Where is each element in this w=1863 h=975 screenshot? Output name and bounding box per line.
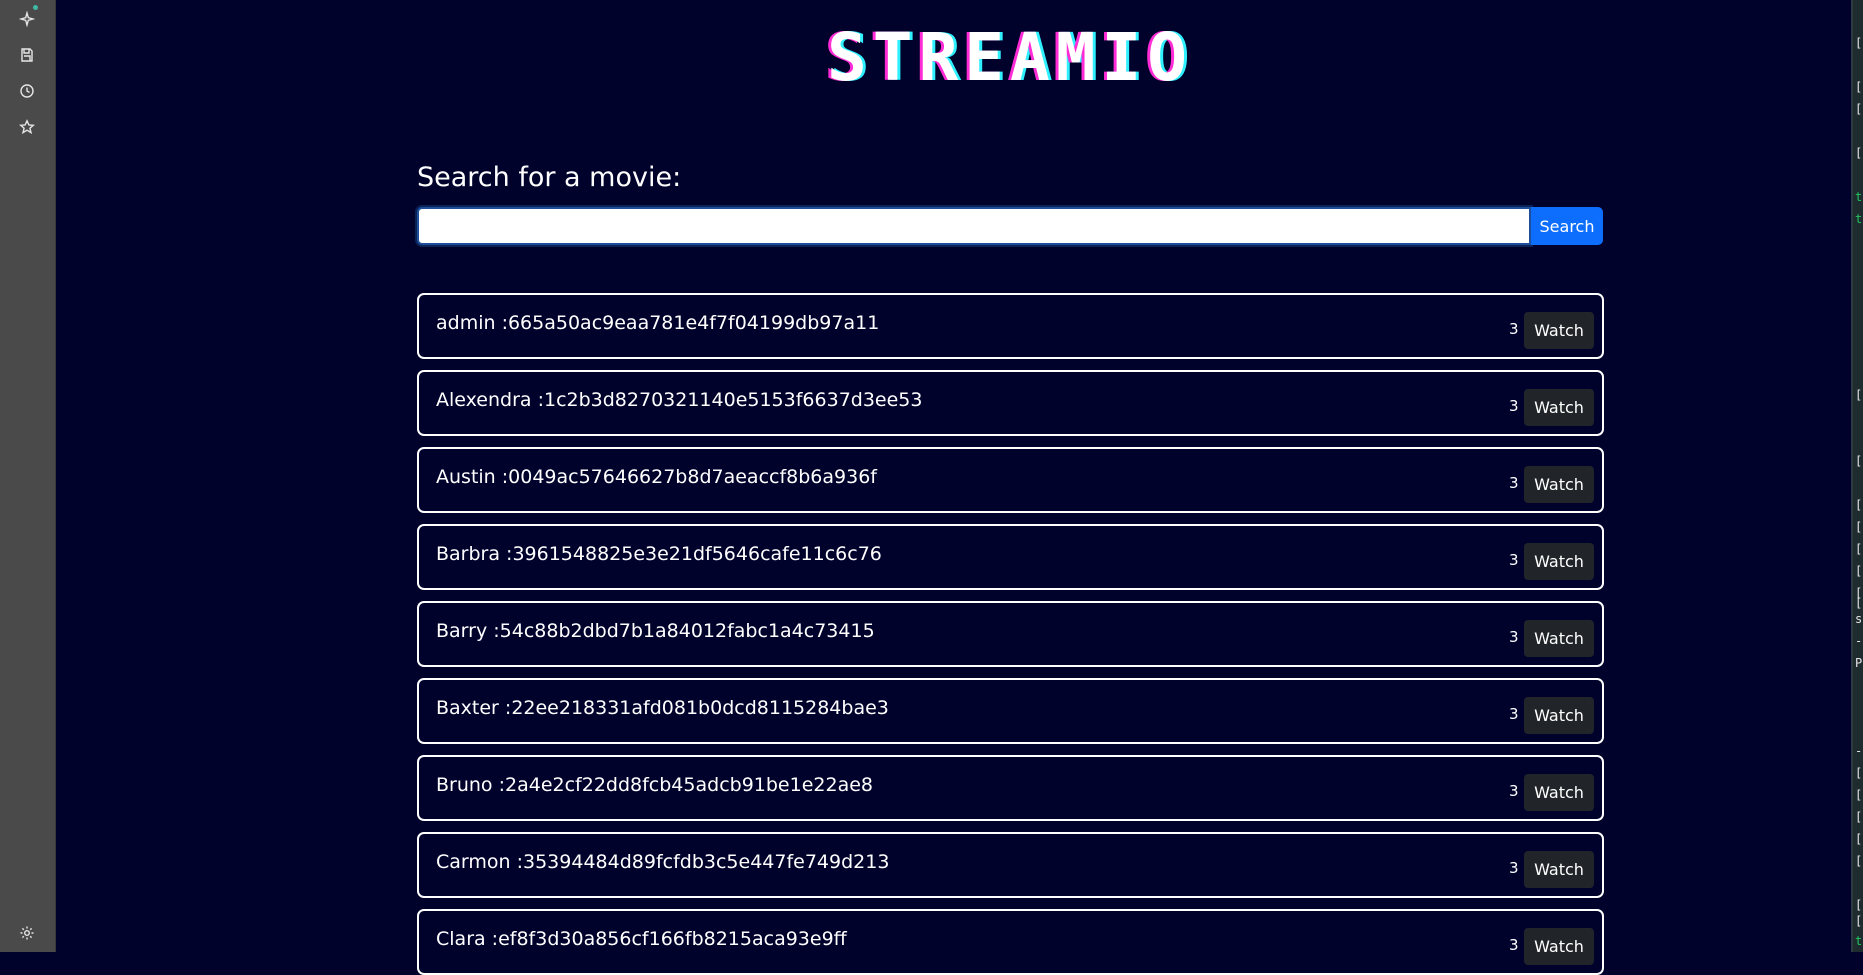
list-item: Barbra :3961548825e3e21df5646cafe11c6c76… — [417, 524, 1604, 590]
watch-button[interactable]: Watch — [1524, 543, 1594, 580]
item-count: 3 — [1509, 628, 1519, 646]
watch-button[interactable]: Watch — [1524, 312, 1594, 349]
item-text: admin :665a50ac9eaa781e4f7f04199db97a11 — [436, 312, 880, 334]
list-item: Bruno :2a4e2cf22dd8fcb45adcb91be1e22ae8 … — [417, 755, 1604, 821]
item-count: 3 — [1509, 320, 1519, 338]
item-text: Barbra :3961548825e3e21df5646cafe11c6c76 — [436, 543, 882, 565]
watch-button[interactable]: Watch — [1524, 774, 1594, 811]
list-item: admin :665a50ac9eaa781e4f7f04199db97a11 … — [417, 293, 1604, 359]
terminal-line: [ — [1855, 596, 1863, 610]
watch-button[interactable]: Watch — [1524, 928, 1594, 965]
left-sidebar — [0, 0, 56, 952]
terminal-line: [ — [1855, 102, 1863, 116]
item-count: 3 — [1509, 782, 1519, 800]
terminal-line: s — [1855, 612, 1863, 626]
terminal-line: [ — [1855, 832, 1863, 846]
settings-icon[interactable] — [17, 923, 37, 943]
terminal-line: [ — [1855, 146, 1863, 160]
list-item: Baxter :22ee218331afd081b0dcd8115284bae3… — [417, 678, 1604, 744]
item-text: Barry :54c88b2dbd7b1a84012fabc1a4c73415 — [436, 620, 875, 642]
terminal-line: [ — [1855, 520, 1863, 534]
list-item: Carmon :35394484d89fcfdb3c5e447fe749d213… — [417, 832, 1604, 898]
star-icon[interactable] — [17, 117, 37, 137]
terminal-line: [ — [1855, 854, 1863, 868]
terminal-line: - — [1855, 634, 1863, 648]
item-count: 3 — [1509, 705, 1519, 723]
terminal-line: t — [1855, 212, 1863, 226]
item-count: 3 — [1509, 397, 1519, 415]
item-text: Bruno :2a4e2cf22dd8fcb45adcb91be1e22ae8 — [436, 774, 873, 796]
terminal-line: P — [1855, 656, 1863, 670]
main-content: STREAMIO Search for a movie: Search admi… — [56, 0, 1851, 975]
item-count: 3 — [1509, 936, 1519, 954]
terminal-line: [ — [1855, 564, 1863, 578]
item-count: 3 — [1509, 474, 1519, 492]
search-button[interactable]: Search — [1531, 207, 1603, 245]
notification-dot — [33, 5, 38, 10]
search-label: Search for a movie: — [417, 162, 682, 193]
list-item: Alexendra :1c2b3d8270321140e5153f6637d3e… — [417, 370, 1604, 436]
terminal-line: [ — [1855, 542, 1863, 556]
item-text: Austin :0049ac57646627b8d7aeaccf8b6a936f — [436, 466, 877, 488]
save-icon[interactable] — [17, 45, 37, 65]
list-item: Austin :0049ac57646627b8d7aeaccf8b6a936f… — [417, 447, 1604, 513]
terminal-line: [ — [1855, 36, 1863, 50]
list-item: Clara :ef8f3d30a856cf166fb8215aca93e9ff … — [417, 909, 1604, 975]
item-text: Clara :ef8f3d30a856cf166fb8215aca93e9ff — [436, 928, 847, 950]
watch-button[interactable]: Watch — [1524, 620, 1594, 657]
terminal-strip: [ [ [ [ t t [ [ [ [ [ [ [ [ s - P - [ [ … — [1851, 0, 1863, 952]
terminal-line: [ — [1855, 388, 1863, 402]
watch-button[interactable]: Watch — [1524, 851, 1594, 888]
history-icon[interactable] — [17, 81, 37, 101]
terminal-line: [ — [1855, 914, 1863, 928]
watch-button[interactable]: Watch — [1524, 466, 1594, 503]
streamio-logo: STREAMIO — [827, 18, 1193, 96]
item-text: Carmon :35394484d89fcfdb3c5e447fe749d213 — [436, 851, 890, 873]
watch-button[interactable]: Watch — [1524, 389, 1594, 426]
terminal-line: [ — [1855, 810, 1863, 824]
terminal-line: [ — [1855, 80, 1863, 94]
item-text: Alexendra :1c2b3d8270321140e5153f6637d3e… — [436, 389, 923, 411]
terminal-line: [ — [1855, 766, 1863, 780]
watch-button[interactable]: Watch — [1524, 697, 1594, 734]
sparkle-icon[interactable] — [17, 9, 37, 29]
item-count: 3 — [1509, 551, 1519, 569]
terminal-line: [ — [1855, 498, 1863, 512]
terminal-line: [ — [1855, 454, 1863, 468]
item-count: 3 — [1509, 859, 1519, 877]
terminal-line: - — [1855, 744, 1863, 758]
search-input[interactable] — [417, 207, 1531, 245]
list-item: Barry :54c88b2dbd7b1a84012fabc1a4c73415 … — [417, 601, 1604, 667]
item-text: Baxter :22ee218331afd081b0dcd8115284bae3 — [436, 697, 889, 719]
terminal-line: [ — [1855, 898, 1863, 912]
terminal-line: t — [1855, 190, 1863, 204]
terminal-line: t — [1855, 934, 1863, 948]
terminal-line: [ — [1855, 788, 1863, 802]
